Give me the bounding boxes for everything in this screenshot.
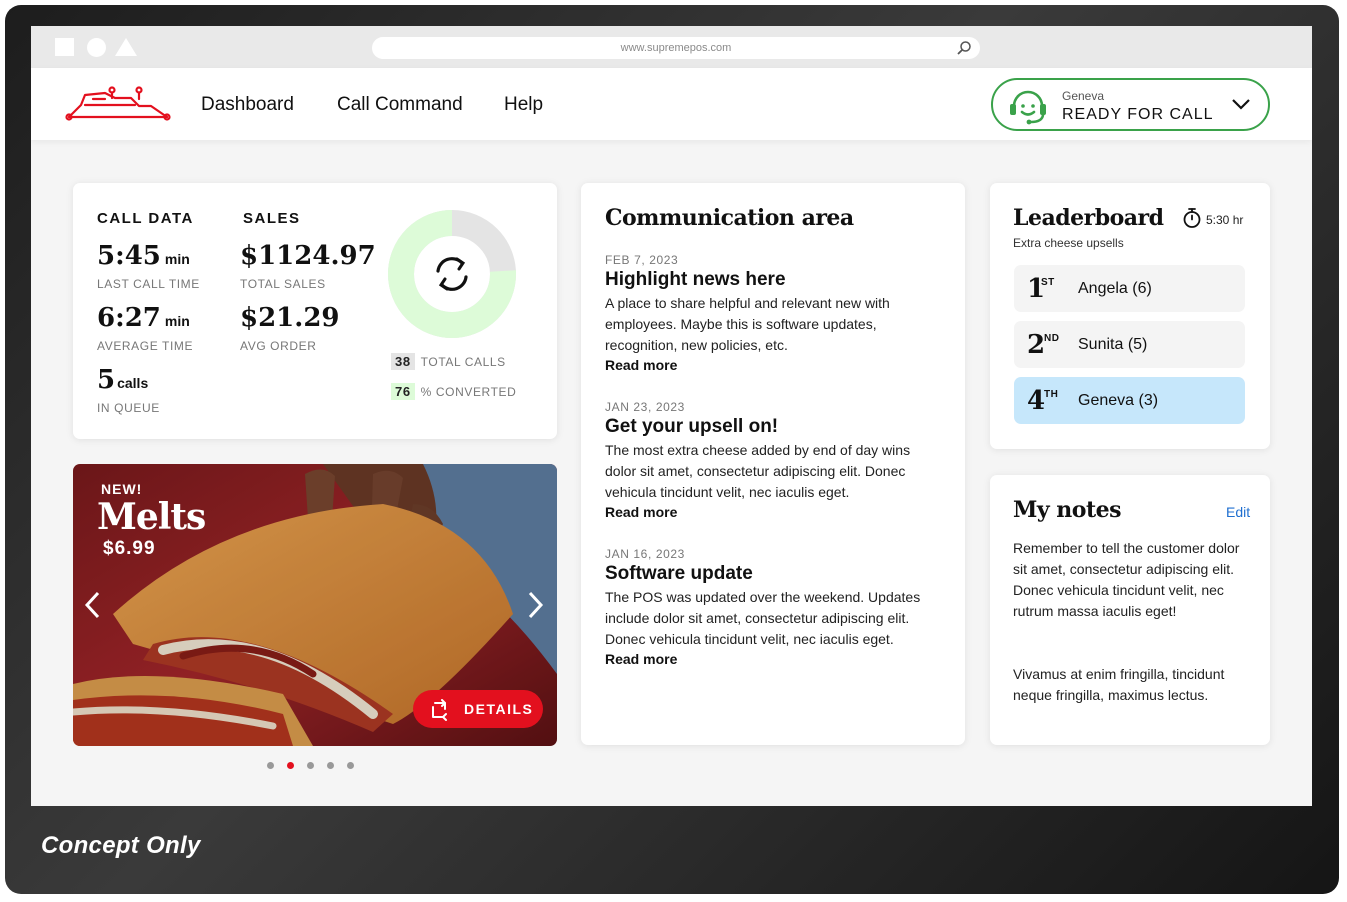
nav-help[interactable]: Help: [504, 94, 543, 116]
agent-status: READY FOR CALL: [1062, 106, 1214, 123]
avg-order-value: $21.29: [240, 303, 340, 333]
leaderboard-subtitle: Extra cheese upsells: [1013, 236, 1124, 250]
leaderboard-card: Leaderboard Extra cheese upsells 5:30 hr…: [990, 183, 1270, 449]
converted-row: 76 % CONVERTED: [391, 383, 516, 400]
total-sales-label: TOTAL SALES: [240, 277, 326, 291]
carousel-dot[interactable]: [287, 762, 294, 769]
in-queue-label: IN QUEUE: [97, 401, 160, 415]
leaderboard-row: 1 ST Angela (6): [1014, 265, 1245, 312]
news-item: JAN 23, 2023 Get your upsell on! The mos…: [605, 400, 945, 522]
in-queue-value: 5 calls: [97, 365, 149, 395]
carousel-dot[interactable]: [307, 762, 314, 769]
search-icon[interactable]: [956, 40, 972, 56]
news-title: Get your upsell on!: [605, 416, 779, 437]
read-more-link[interactable]: Read more: [605, 357, 677, 373]
carousel-dot[interactable]: [327, 762, 334, 769]
notes-title: My notes: [1013, 497, 1122, 523]
promo-badge: NEW!: [101, 481, 143, 497]
chevron-left-icon[interactable]: [83, 590, 103, 620]
notes-edit-link[interactable]: Edit: [1226, 504, 1250, 520]
app-screen: www.supremepos.com Dashboard Call Comman…: [31, 26, 1312, 806]
browser-bar: www.supremepos.com: [31, 26, 1312, 68]
call-data-heading: CALL DATA: [97, 210, 194, 227]
leaderboard-timer: 5:30 hr: [1182, 207, 1243, 232]
url-text: www.supremepos.com: [620, 42, 732, 54]
total-calls-label: TOTAL CALLS: [420, 355, 506, 369]
leaderboard-row-current-user: 4 TH Geneva (3): [1014, 377, 1245, 424]
converted-count: 76: [391, 383, 415, 400]
agent-name: Geneva: [1062, 89, 1105, 103]
notes-card: My notes Edit Remember to tell the custo…: [990, 475, 1270, 745]
swap-icon: [432, 699, 447, 721]
supreme-logo-icon[interactable]: [65, 85, 173, 123]
avg-order-label: AVG ORDER: [240, 339, 317, 353]
news-body: The most extra cheese added by end of da…: [605, 442, 911, 500]
news-body: The POS was updated over the weekend. Up…: [605, 589, 921, 647]
notes-text[interactable]: Vivamus at enim fringilla, tincidunt neq…: [1013, 664, 1249, 706]
rank-suffix: ND: [1044, 333, 1060, 344]
details-button[interactable]: DETAILS: [413, 690, 543, 728]
news-item: JAN 16, 2023 Software update The POS was…: [605, 547, 945, 669]
leader-name: Angela (6): [1078, 280, 1152, 297]
news-title: Software update: [605, 563, 753, 584]
leader-name: Geneva (3): [1078, 392, 1159, 409]
last-call-time-value: 5:45 min: [97, 241, 190, 271]
refresh-icon[interactable]: [436, 257, 468, 291]
url-bar[interactable]: www.supremepos.com: [372, 37, 980, 59]
rank-suffix: TH: [1044, 389, 1059, 400]
call-data-card: CALL DATA SALES 5:45 min LAST CALL TIME 6…: [73, 183, 557, 439]
promo-price: $6.99: [103, 538, 156, 559]
read-more-link[interactable]: Read more: [605, 504, 677, 520]
news-date: JAN 23, 2023: [605, 400, 685, 414]
chevron-down-icon[interactable]: [1231, 97, 1251, 111]
headset-smile-icon: [1010, 90, 1046, 125]
carousel-dot[interactable]: [347, 762, 354, 769]
news-date: JAN 16, 2023: [605, 547, 685, 561]
communication-title: Communication area: [605, 205, 854, 231]
total-calls-count: 38: [391, 353, 415, 370]
chevron-right-icon[interactable]: [525, 590, 545, 620]
agent-status-dropdown[interactable]: Geneva READY FOR CALL: [991, 78, 1270, 131]
details-label: DETAILS: [464, 701, 534, 717]
read-more-link[interactable]: Read more: [605, 651, 677, 667]
leader-name: Sunita (5): [1078, 336, 1148, 353]
news-body: A place to share helpful and relevant ne…: [605, 295, 890, 353]
total-sales-value: $1124.97: [240, 241, 376, 271]
concept-caption: Concept Only: [41, 832, 201, 859]
notes-text[interactable]: Remember to tell the customer dolor sit …: [1013, 538, 1249, 622]
square-icon: [55, 38, 74, 56]
average-time-value: 6:27 min: [97, 303, 190, 333]
nav-call-command[interactable]: Call Command: [337, 94, 463, 116]
average-time-label: AVERAGE TIME: [97, 339, 194, 353]
promo-title: Melts: [97, 496, 206, 538]
news-item: FEB 7, 2023 Highlight news here A place …: [605, 253, 945, 375]
nav-dashboard[interactable]: Dashboard: [201, 94, 294, 116]
top-nav: Dashboard Call Command Help Geneva READY…: [31, 68, 1312, 140]
triangle-icon: [115, 38, 137, 56]
stopwatch-icon: [1183, 208, 1201, 228]
rank-suffix: ST: [1041, 277, 1055, 288]
communication-card: Communication area FEB 7, 2023 Highlight…: [581, 183, 965, 745]
total-calls-row: 38 TOTAL CALLS: [391, 353, 506, 370]
news-title: Highlight news here: [605, 269, 786, 290]
timer-text: 5:30 hr: [1206, 213, 1244, 227]
carousel-dot[interactable]: [267, 762, 274, 769]
leaderboard-row: 2 ND Sunita (5): [1014, 321, 1245, 368]
news-date: FEB 7, 2023: [605, 253, 679, 267]
promo-carousel: NEW! Melts $6.99 DETAILS: [73, 464, 557, 746]
conversion-donut: [388, 210, 516, 338]
rank-number: 4: [1027, 386, 1046, 416]
rank-number: 2: [1027, 330, 1046, 360]
sales-heading: SALES: [243, 210, 301, 227]
converted-label: % CONVERTED: [420, 385, 517, 399]
circle-icon: [87, 38, 106, 57]
last-call-time-label: LAST CALL TIME: [97, 277, 200, 291]
leaderboard-title: Leaderboard: [1013, 205, 1164, 231]
